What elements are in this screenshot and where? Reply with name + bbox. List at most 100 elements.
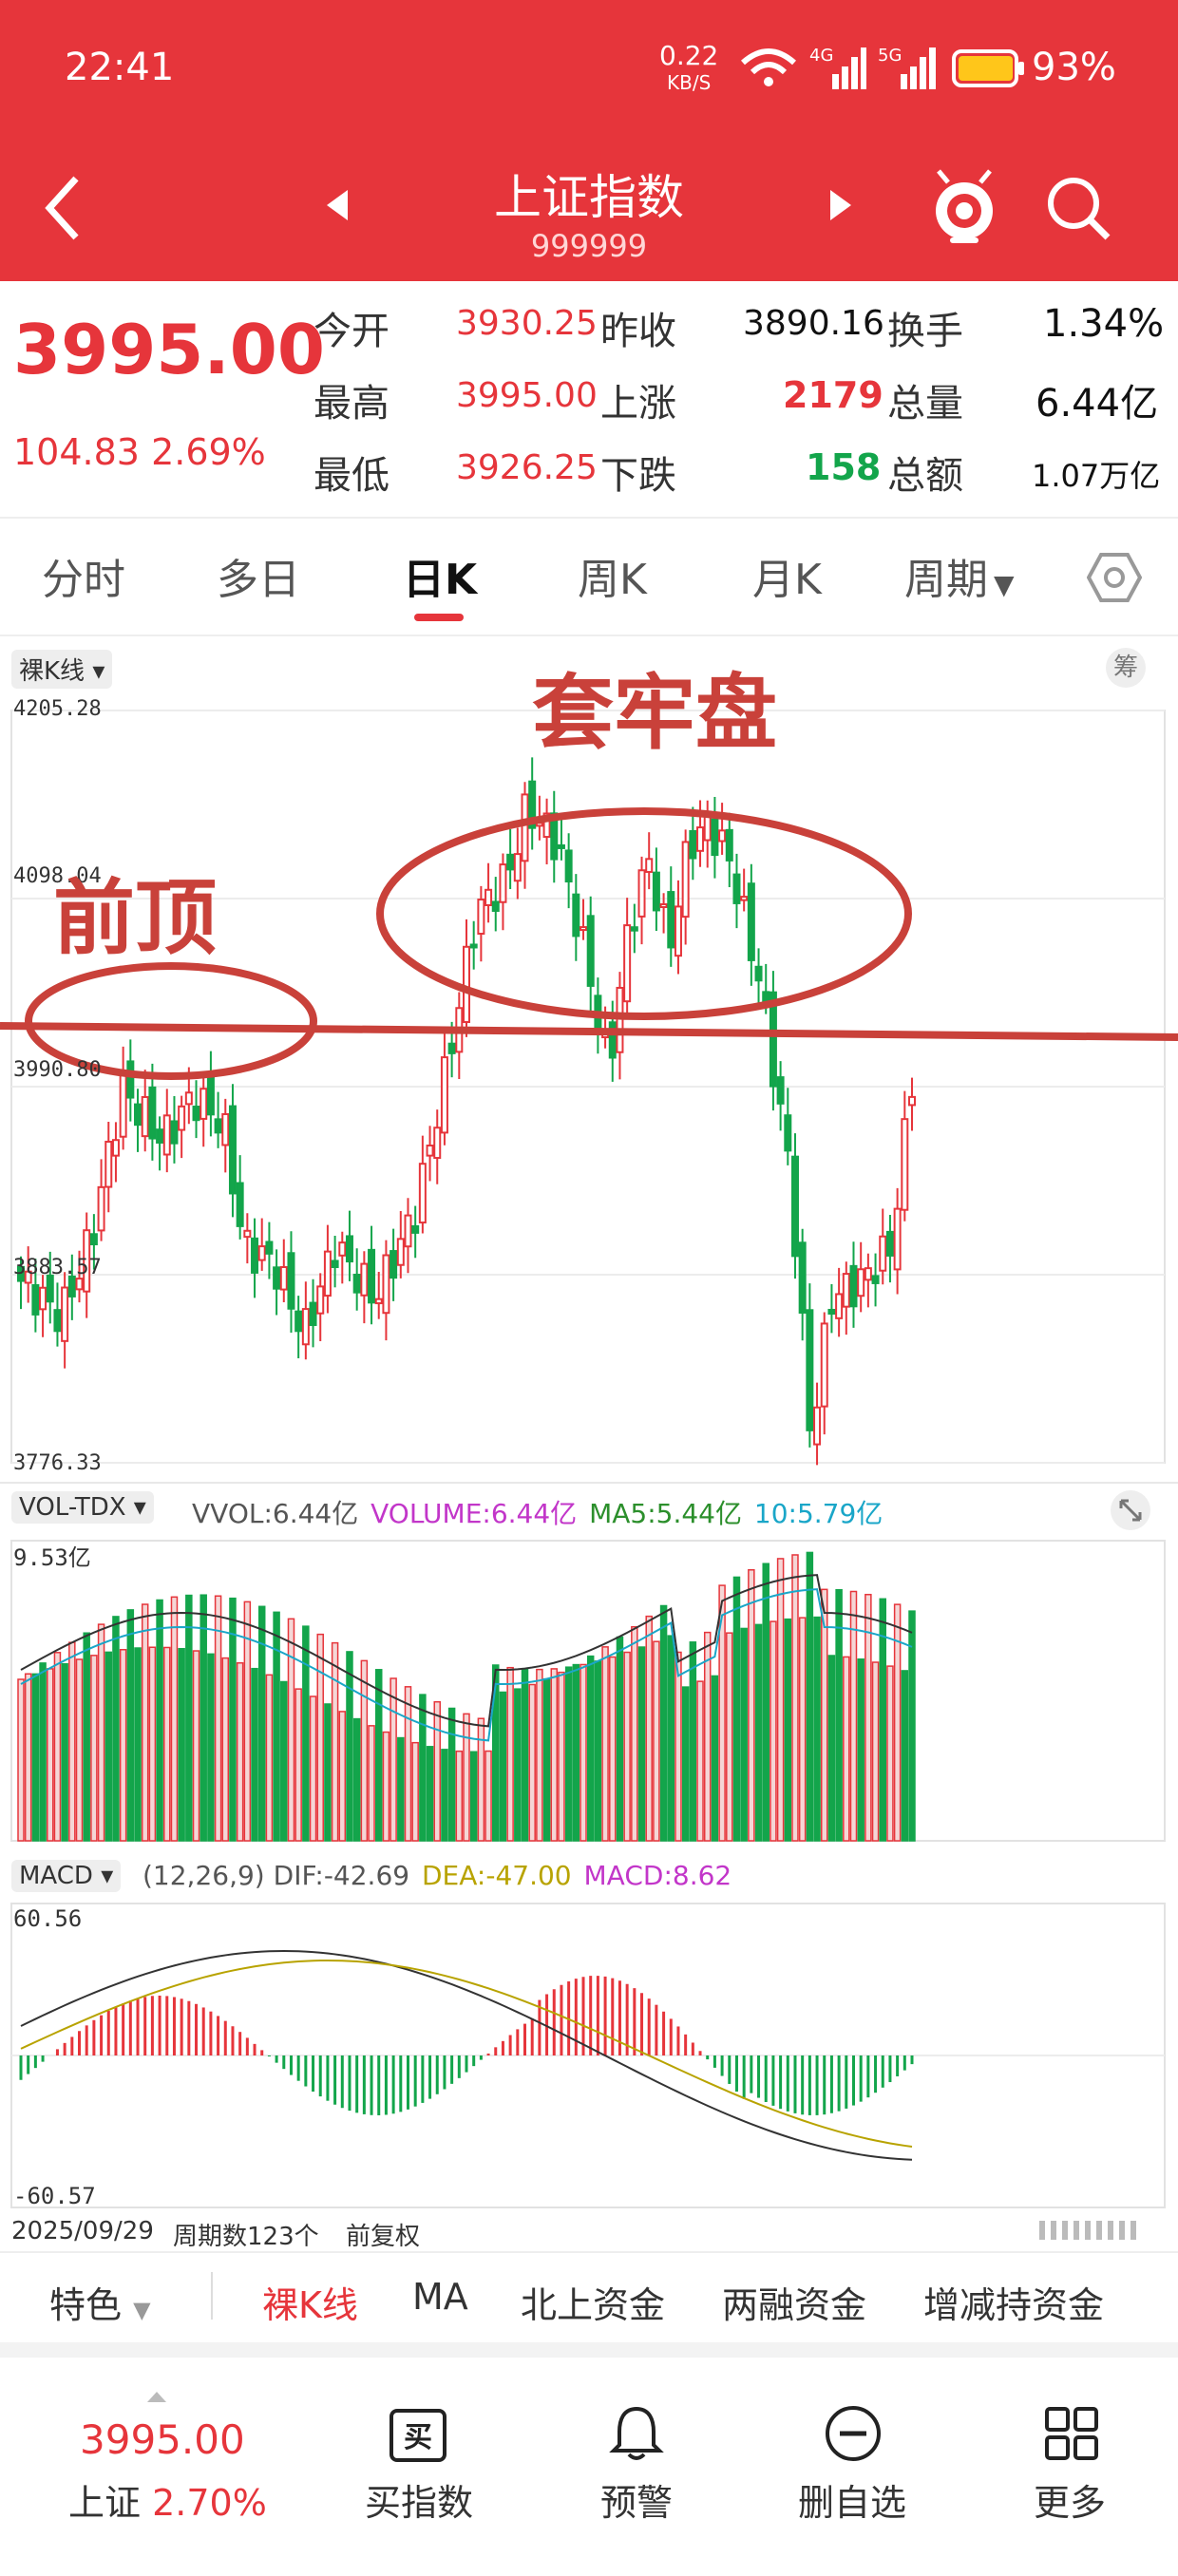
candle-body bbox=[484, 888, 493, 907]
label-advancers: 上涨 bbox=[600, 382, 676, 426]
kline-type-select[interactable]: 裸K线 ▾ bbox=[11, 650, 113, 689]
volume-bar bbox=[601, 1646, 609, 1842]
expand-up-icon[interactable] bbox=[146, 2390, 167, 2403]
candle-body bbox=[667, 891, 675, 949]
candle-body bbox=[46, 1274, 54, 1303]
next-stock-icon[interactable] bbox=[828, 188, 853, 222]
volume-readout: VVOL:6.44亿 VOLUME:6.44亿 MA5:5.44亿 10:5.7… bbox=[192, 1498, 884, 1529]
candle-body bbox=[287, 1252, 295, 1310]
bell-icon[interactable] bbox=[606, 2403, 667, 2464]
volume-bar bbox=[827, 1655, 836, 1842]
candle-body bbox=[447, 1042, 456, 1054]
volume-bar bbox=[484, 1750, 492, 1842]
tab-period[interactable]: 周期 ▼ bbox=[904, 545, 1015, 606]
nav-buy-index[interactable]: 买指数 bbox=[365, 2473, 473, 2526]
volume-bar bbox=[806, 1551, 814, 1842]
volume-bar bbox=[726, 1632, 733, 1842]
volume-bar bbox=[791, 1554, 799, 1842]
tab-intraday[interactable]: 分时 bbox=[42, 545, 125, 606]
candle-body bbox=[557, 843, 565, 849]
volume-bar bbox=[83, 1632, 90, 1842]
candle-body bbox=[265, 1241, 274, 1255]
tab-daily-k[interactable]: 日K bbox=[403, 545, 477, 606]
volume-bar bbox=[754, 1623, 763, 1842]
nav-alert[interactable]: 预警 bbox=[600, 2473, 673, 2526]
footer-index[interactable]: 上证 2.70% bbox=[68, 2473, 267, 2526]
macd-indicator-select[interactable]: MACD ▾ bbox=[11, 1860, 122, 1892]
volume-bar bbox=[97, 1623, 105, 1842]
candle-body bbox=[586, 915, 595, 987]
expand-icon[interactable] bbox=[1110, 1489, 1151, 1531]
candle-body bbox=[279, 1266, 288, 1291]
chip-distribution-button[interactable]: 筹 bbox=[1106, 648, 1146, 688]
tab-multiday[interactable]: 多日 bbox=[217, 545, 300, 606]
volume-bar bbox=[251, 1667, 258, 1842]
nav-more[interactable]: 更多 bbox=[1034, 2473, 1106, 2526]
volume-indicator-select[interactable]: VOL-TDX ▾ bbox=[11, 1491, 154, 1524]
tab-holding-change[interactable]: 增减持资金 bbox=[923, 2276, 1104, 2328]
stock-code: 999999 bbox=[530, 228, 648, 264]
candle-body bbox=[499, 863, 507, 903]
candle-body bbox=[352, 1273, 361, 1294]
volume-bar bbox=[776, 1558, 785, 1842]
settings-hexagon-icon[interactable] bbox=[1087, 551, 1142, 604]
scroll-bar-icon[interactable] bbox=[1039, 2219, 1172, 2242]
value-high: 3995.00 bbox=[456, 376, 598, 415]
buy-icon[interactable]: 买 bbox=[388, 2407, 448, 2464]
candle-body bbox=[257, 1245, 266, 1261]
volume-bar bbox=[426, 1746, 434, 1842]
volume-bar bbox=[170, 1596, 179, 1842]
volume-bar bbox=[134, 1647, 142, 1842]
candle-body bbox=[491, 900, 500, 912]
volume-bar bbox=[221, 1657, 230, 1842]
candle-body bbox=[827, 1308, 836, 1316]
volume-bar bbox=[521, 1668, 529, 1842]
mascot-icon[interactable] bbox=[929, 167, 999, 245]
label-volume: 总量 bbox=[887, 382, 963, 426]
more-grid-icon[interactable] bbox=[1041, 2403, 1102, 2464]
volume-bar bbox=[390, 1677, 397, 1842]
candle-body bbox=[776, 1076, 785, 1105]
candle-body bbox=[162, 1114, 171, 1156]
tab-ma[interactable]: MA bbox=[412, 2276, 468, 2318]
nav-remove-watchlist[interactable]: 删自选 bbox=[798, 2473, 906, 2526]
tab-special[interactable]: 特色 ▼ bbox=[49, 2276, 151, 2328]
candle-body bbox=[623, 924, 632, 1003]
candle-body bbox=[323, 1250, 332, 1297]
volume-bar bbox=[447, 1707, 456, 1842]
resistance-line bbox=[0, 1022, 1178, 1041]
candle-body bbox=[338, 1241, 347, 1257]
tab-weekly-k[interactable]: 周K bbox=[578, 545, 647, 606]
footer-price[interactable]: 3995.00 bbox=[80, 2416, 245, 2463]
volume-bar bbox=[469, 1751, 478, 1842]
volume-bar bbox=[119, 1649, 127, 1842]
candle-body bbox=[857, 1268, 865, 1297]
volume-bar bbox=[455, 1750, 464, 1842]
volume-bar bbox=[762, 1563, 770, 1842]
kline-chart[interactable] bbox=[0, 693, 1178, 1482]
volume-bar bbox=[31, 1673, 40, 1842]
candle-body bbox=[747, 882, 755, 961]
candle-body bbox=[39, 1286, 48, 1311]
candle-body bbox=[630, 926, 638, 932]
candle-body bbox=[820, 1322, 828, 1408]
tab-monthly-k[interactable]: 月K bbox=[752, 545, 822, 606]
volume-bar bbox=[886, 1665, 894, 1842]
svg-text:5G: 5G bbox=[878, 46, 902, 66]
tab-northbound[interactable]: 北上资金 bbox=[521, 2276, 665, 2328]
label-low: 最低 bbox=[314, 454, 390, 498]
volume-chart bbox=[10, 1540, 1166, 1842]
candle-body bbox=[396, 1238, 405, 1266]
candle-body bbox=[141, 1095, 149, 1138]
tab-margin[interactable]: 两融资金 bbox=[722, 2276, 866, 2328]
candle-body bbox=[521, 793, 529, 862]
label-turnover: 换手 bbox=[887, 310, 963, 353]
net-speed: 0.22 KB/S bbox=[659, 40, 719, 95]
candle-body bbox=[784, 1114, 792, 1152]
candle-body bbox=[864, 1267, 872, 1281]
adjust-mode[interactable]: 前复权 bbox=[346, 2217, 420, 2252]
volume-bar bbox=[419, 1694, 427, 1842]
search-icon[interactable] bbox=[1045, 175, 1112, 241]
remove-favorite-icon[interactable] bbox=[823, 2403, 884, 2464]
tab-naked-kline[interactable]: 裸K线 bbox=[262, 2276, 358, 2328]
